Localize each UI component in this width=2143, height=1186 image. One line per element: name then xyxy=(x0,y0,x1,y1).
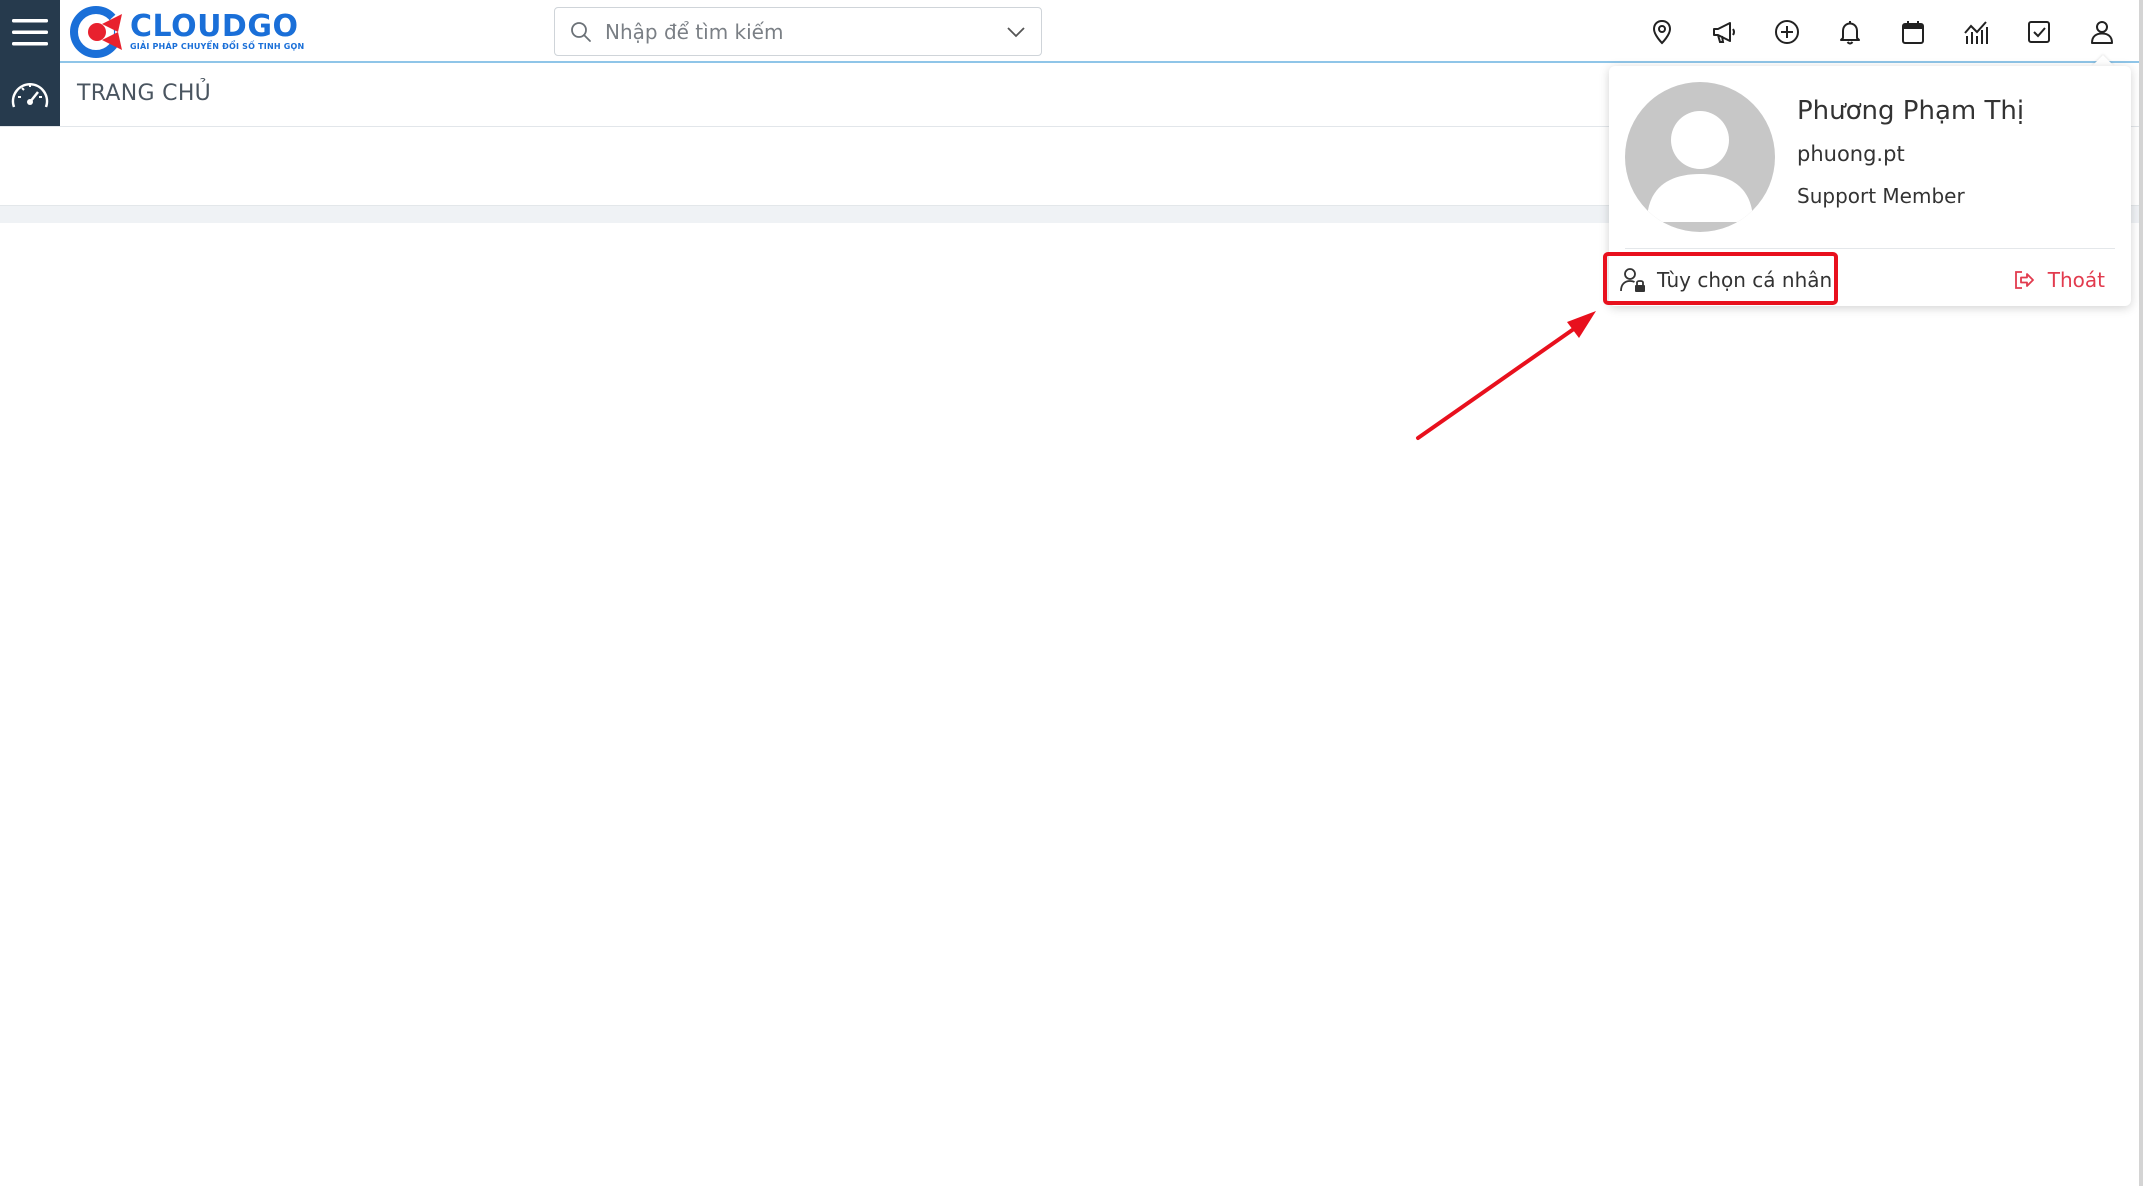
logout-link[interactable]: Thoát xyxy=(2012,258,2105,302)
checkbox-icon xyxy=(2028,21,2050,43)
notifications-button[interactable] xyxy=(1834,16,1866,48)
user-menu-button[interactable] xyxy=(2086,16,2118,48)
announcement-button[interactable] xyxy=(1708,16,1740,48)
chart-icon xyxy=(1964,21,1988,44)
avatar xyxy=(1625,82,1775,232)
user-full-name: Phương Phạm Thị xyxy=(1797,96,2025,126)
location-pin-icon xyxy=(1652,19,1672,45)
hamburger-icon xyxy=(12,18,48,45)
reports-button[interactable] xyxy=(1960,16,1992,48)
dashboard-button[interactable] xyxy=(0,63,60,126)
top-navbar: CLOUDGO GIẢI PHÁP CHUYỂN ĐỔI SỐ TINH GỌN xyxy=(0,0,2143,63)
bell-icon xyxy=(1840,21,1860,45)
dashboard-gauge-icon xyxy=(11,82,49,107)
brand-logo[interactable]: CLOUDGO GIẢI PHÁP CHUYỂN ĐỔI SỐ TINH GỌN xyxy=(70,6,304,58)
brand-tagline: GIẢI PHÁP CHUYỂN ĐỔI SỐ TINH GỌN xyxy=(130,42,305,51)
default-avatar-icon xyxy=(1647,111,1753,222)
brand-name: CLOUDGO xyxy=(130,9,299,44)
search-input[interactable] xyxy=(603,10,1005,53)
dropdown-caret xyxy=(2092,55,2114,66)
menu-divider xyxy=(1625,248,2115,249)
page-scrollbar[interactable] xyxy=(2139,0,2143,1186)
calendar-button[interactable] xyxy=(1897,16,1929,48)
location-button[interactable] xyxy=(1646,16,1678,48)
cloudgo-logo-icon xyxy=(70,6,126,58)
search-icon xyxy=(571,21,591,42)
logout-label: Thoát xyxy=(2047,268,2105,292)
chevron-down-icon[interactable] xyxy=(1005,21,1027,43)
page-title: TRANG CHỦ xyxy=(77,81,212,106)
user-role: Support Member xyxy=(1797,184,1965,208)
user-icon xyxy=(2091,21,2113,44)
global-search[interactable] xyxy=(554,7,1042,56)
logout-icon xyxy=(2014,271,2034,289)
plus-circle-icon xyxy=(1775,20,1799,44)
menu-toggle-button[interactable] xyxy=(0,0,60,63)
megaphone-icon xyxy=(1713,22,1735,43)
quick-create-button[interactable] xyxy=(1771,16,1803,48)
tasks-button[interactable] xyxy=(2023,16,2055,48)
user-username: phuong.pt xyxy=(1797,142,1905,166)
annotation-highlight-box xyxy=(1603,252,1838,305)
calendar-icon xyxy=(1902,21,1924,44)
